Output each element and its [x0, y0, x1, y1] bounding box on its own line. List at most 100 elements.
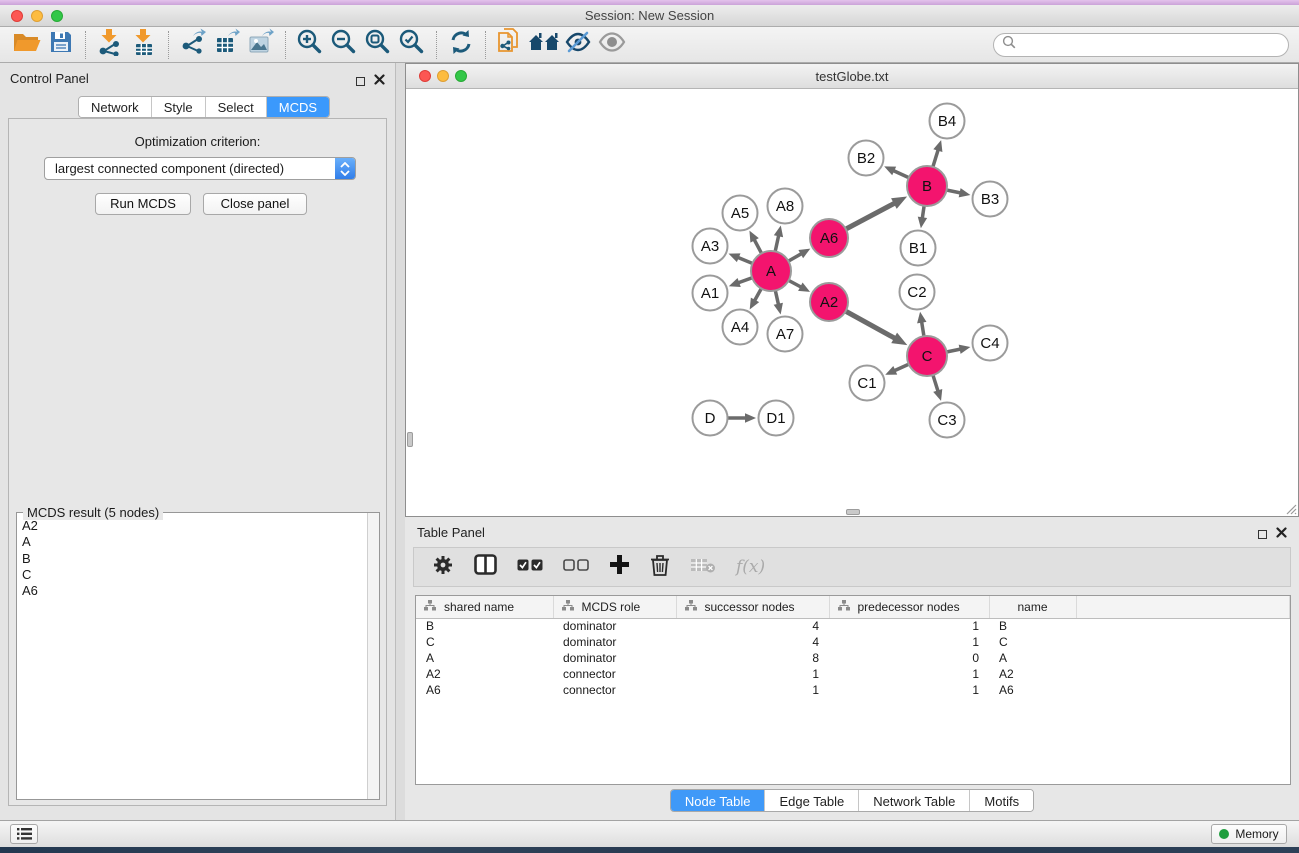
- zoom-selected-icon: [399, 29, 425, 60]
- memory-button[interactable]: Memory: [1211, 824, 1287, 844]
- column-header-name[interactable]: name: [989, 596, 1076, 618]
- delete-column-trash-icon[interactable]: [650, 554, 670, 581]
- search-input[interactable]: [1016, 38, 1280, 52]
- table-row[interactable]: Adominator80A: [416, 650, 1290, 666]
- column-header-shared-name[interactable]: shared name: [416, 596, 553, 618]
- import-table-button[interactable]: [127, 30, 161, 60]
- open-session-button[interactable]: [10, 30, 44, 60]
- show-log-console-button[interactable]: [10, 824, 38, 844]
- table-cell[interactable]: connector: [553, 682, 676, 698]
- table-cell[interactable]: 4: [676, 634, 829, 650]
- control-panel-tabs: Network Style Select MCDS: [78, 96, 330, 118]
- tab-select[interactable]: Select: [206, 97, 267, 117]
- table-row[interactable]: A6connector11A6: [416, 682, 1290, 698]
- column-header-filler: [1076, 596, 1290, 618]
- tab-network-table[interactable]: Network Table: [859, 790, 970, 811]
- table-cell[interactable]: B: [989, 618, 1076, 634]
- table-row[interactable]: A2connector11A2: [416, 666, 1290, 682]
- table-cell[interactable]: 1: [829, 682, 989, 698]
- search-box[interactable]: [993, 33, 1289, 57]
- tab-edge-table[interactable]: Edge Table: [765, 790, 859, 811]
- column-header-predecessor-nodes[interactable]: predecessor nodes: [829, 596, 989, 618]
- table-header-row: shared nameMCDS rolesuccessor nodesprede…: [416, 596, 1290, 618]
- deselect-all-rows-icon[interactable]: [563, 558, 589, 576]
- table-cell[interactable]: A: [416, 650, 553, 666]
- column-header-MCDS-role[interactable]: MCDS role: [553, 596, 676, 618]
- tab-motifs[interactable]: Motifs: [970, 790, 1033, 811]
- show-home-panel-button[interactable]: [527, 30, 561, 60]
- float-panel-icon[interactable]: [356, 77, 365, 86]
- table-cell[interactable]: dominator: [553, 650, 676, 666]
- mcds-result-item[interactable]: A: [22, 534, 366, 550]
- import-network-icon: [96, 28, 124, 61]
- import-network-button[interactable]: [93, 30, 127, 60]
- show-graphics-details-button[interactable]: [595, 30, 629, 60]
- tab-network[interactable]: Network: [79, 97, 152, 117]
- table-cell[interactable]: dominator: [553, 618, 676, 634]
- table-cell[interactable]: 1: [829, 618, 989, 634]
- show-column-icon[interactable]: [474, 554, 497, 580]
- table-cell[interactable]: 0: [829, 650, 989, 666]
- horizontal-scrollbar-thumb[interactable]: [846, 509, 860, 515]
- table-cell[interactable]: 1: [829, 634, 989, 650]
- float-table-panel-icon[interactable]: [1258, 530, 1267, 539]
- node-label-C4: C4: [980, 335, 999, 352]
- arrowhead-C-C4: [959, 345, 971, 354]
- mcds-result-item[interactable]: C: [22, 567, 366, 583]
- zoom-fit-button[interactable]: [361, 30, 395, 60]
- table-cell[interactable]: A6: [416, 682, 553, 698]
- mcds-result-item[interactable]: A6: [22, 583, 366, 599]
- select-all-rows-icon[interactable]: [517, 558, 543, 576]
- zoom-in-button[interactable]: [293, 30, 327, 60]
- export-network-button[interactable]: [176, 30, 210, 60]
- save-session-button[interactable]: [44, 30, 78, 60]
- table-cell[interactable]: 1: [676, 682, 829, 698]
- close-panel-button[interactable]: Close panel: [203, 193, 307, 215]
- node-table-container[interactable]: shared nameMCDS rolesuccessor nodesprede…: [415, 595, 1291, 785]
- tab-style[interactable]: Style: [152, 97, 206, 117]
- close-panel-icon[interactable]: [374, 72, 385, 90]
- column-type-icon: [424, 600, 436, 614]
- new-session-button[interactable]: [493, 30, 527, 60]
- table-cell[interactable]: A6: [989, 682, 1076, 698]
- vertical-scrollbar-thumb[interactable]: [407, 432, 413, 447]
- table-cell[interactable]: 8: [676, 650, 829, 666]
- tab-mcds[interactable]: MCDS: [267, 97, 329, 117]
- table-cell[interactable]: dominator: [553, 634, 676, 650]
- zoom-out-button[interactable]: [327, 30, 361, 60]
- table-row[interactable]: Cdominator41C: [416, 634, 1290, 650]
- table-cell[interactable]: 1: [829, 666, 989, 682]
- run-mcds-button[interactable]: Run MCDS: [95, 193, 191, 215]
- mcds-result-list[interactable]: A2ABCA6: [18, 516, 366, 798]
- arrowhead-A6-B: [891, 197, 907, 209]
- result-scrollbar[interactable]: [367, 513, 379, 799]
- table-options-gear-icon[interactable]: [432, 554, 454, 581]
- mcds-result-item[interactable]: B: [22, 551, 366, 567]
- optimization-criterion-select[interactable]: largest connected component (directed): [44, 157, 356, 180]
- table-cell[interactable]: B: [416, 618, 553, 634]
- hide-graphics-details-button[interactable]: [561, 30, 595, 60]
- table-cell[interactable]: C: [416, 634, 553, 650]
- export-image-button[interactable]: [244, 30, 278, 60]
- table-cell[interactable]: 1: [676, 666, 829, 682]
- export-table-button[interactable]: [210, 30, 244, 60]
- table-cell[interactable]: A2: [989, 666, 1076, 682]
- table-cell[interactable]: A: [989, 650, 1076, 666]
- close-table-panel-icon[interactable]: [1276, 525, 1287, 543]
- memory-label: Memory: [1235, 827, 1278, 841]
- tab-node-table[interactable]: Node Table: [671, 790, 766, 811]
- network-canvas[interactable]: B4B2BB3A8A5A6B1A3AC2A1A2A4A7C4CC1C3DD1: [406, 89, 1298, 516]
- table-cell[interactable]: C: [989, 634, 1076, 650]
- apply-layout-button[interactable]: [444, 30, 478, 60]
- table-cell[interactable]: connector: [553, 666, 676, 682]
- node-label-A5: A5: [731, 205, 749, 222]
- zoom-selected-button[interactable]: [395, 30, 429, 60]
- column-header-successor-nodes[interactable]: successor nodes: [676, 596, 829, 618]
- table-cell[interactable]: A2: [416, 666, 553, 682]
- table-cell[interactable]: 4: [676, 618, 829, 634]
- mcds-result-item[interactable]: A2: [22, 518, 366, 534]
- add-column-icon[interactable]: [609, 554, 630, 580]
- table-row[interactable]: Bdominator41B: [416, 618, 1290, 634]
- network-window-titlebar[interactable]: testGlobe.txt: [406, 64, 1298, 89]
- resize-grip-icon[interactable]: [1283, 501, 1297, 515]
